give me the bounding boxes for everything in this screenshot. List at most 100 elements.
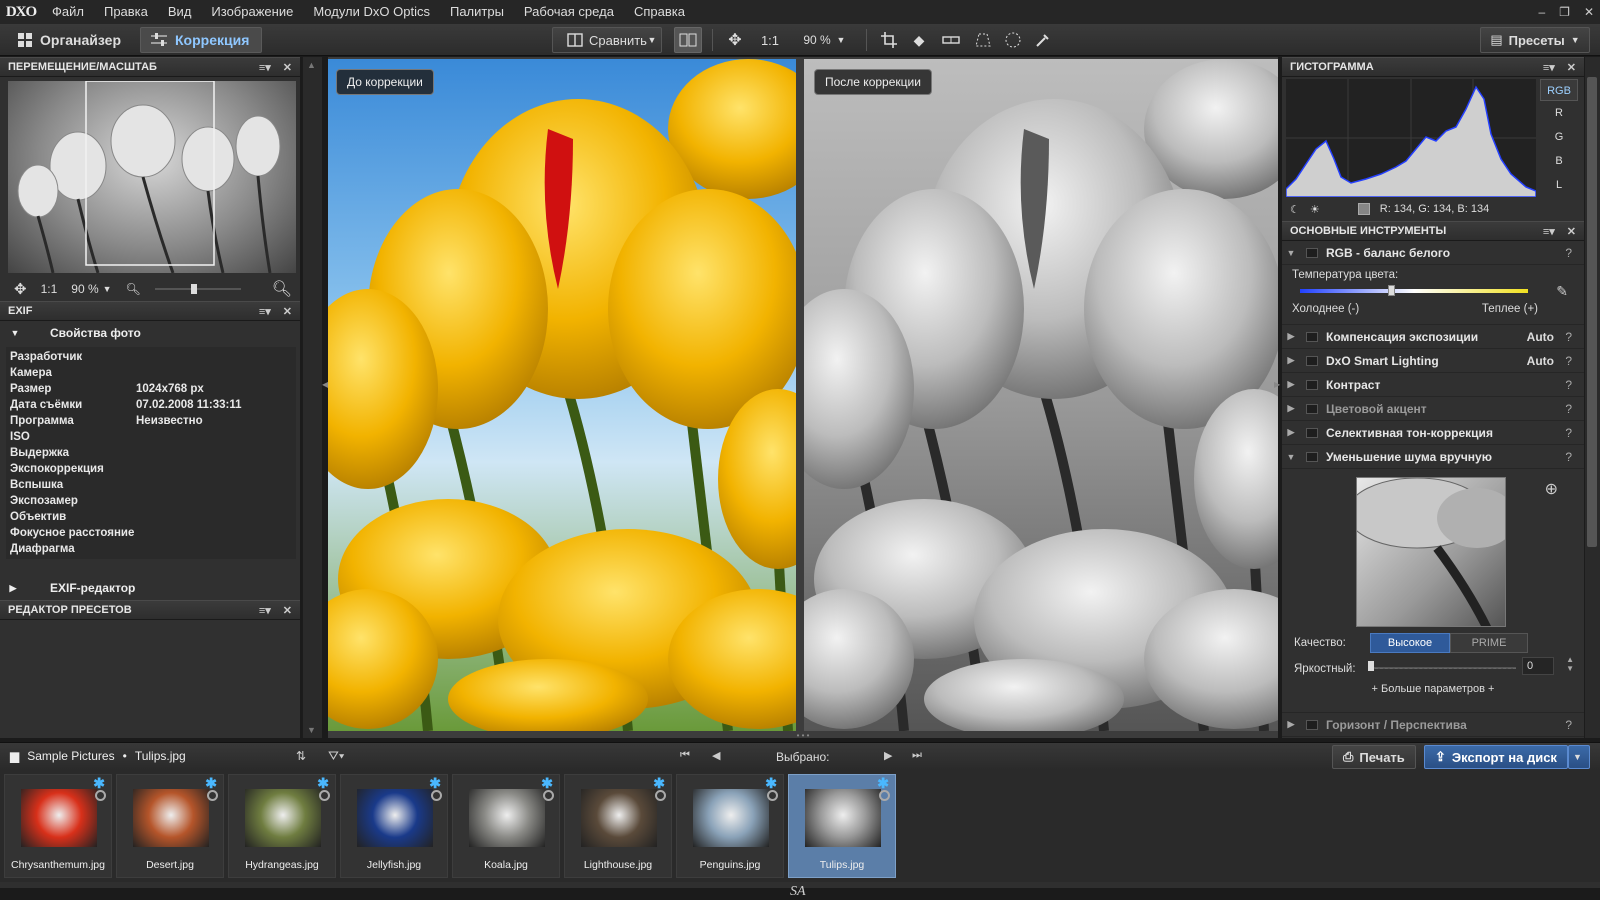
channel-rgb[interactable]: RGB bbox=[1540, 79, 1578, 101]
collapse-right-icon[interactable]: ▶ bbox=[1274, 380, 1280, 400]
nav-zoom-slider[interactable] bbox=[154, 284, 241, 294]
channel-r[interactable]: R bbox=[1540, 101, 1578, 125]
tool-exposure[interactable]: ▶ Компенсация экспозиции Auto? bbox=[1282, 325, 1584, 349]
horizon-tool-button[interactable] bbox=[938, 27, 964, 53]
close-icon[interactable]: ✕ bbox=[283, 604, 292, 617]
compare-dropdown[interactable]: ▼ bbox=[642, 27, 662, 53]
slider-knob[interactable] bbox=[1388, 285, 1396, 296]
tool-checkbox[interactable] bbox=[1306, 355, 1318, 366]
noise-preview[interactable] bbox=[1356, 477, 1506, 627]
close-window-button[interactable]: ✕ bbox=[1584, 5, 1594, 19]
tool-horizon[interactable]: ▶ Горизонт / Перспектива? bbox=[1282, 713, 1584, 737]
split-view-button[interactable] bbox=[674, 27, 702, 53]
navigator-thumbnail[interactable] bbox=[8, 81, 296, 273]
sun-icon[interactable]: ☀ bbox=[1310, 203, 1320, 216]
breadcrumb-folder[interactable]: Sample Pictures bbox=[27, 749, 114, 763]
scroll-up-icon[interactable]: ▲ bbox=[307, 60, 316, 70]
help-icon[interactable]: ? bbox=[1565, 718, 1572, 732]
quality-high-button[interactable]: Высокое bbox=[1370, 633, 1450, 653]
menu-image[interactable]: Изображение bbox=[201, 0, 303, 24]
move-tool-button[interactable]: ✥ bbox=[722, 27, 748, 53]
tool-checkbox[interactable] bbox=[1306, 247, 1318, 258]
next-image-icon[interactable]: ▶ bbox=[884, 749, 892, 762]
chevron-down-icon[interactable]: ▼ bbox=[103, 284, 112, 294]
help-icon[interactable]: ? bbox=[1565, 354, 1572, 368]
slider-knob[interactable] bbox=[1368, 661, 1374, 671]
zoom-1to1-button[interactable]: 1:1 bbox=[756, 27, 784, 53]
export-button[interactable]: ⇪ Экспорт на диск bbox=[1424, 745, 1568, 769]
thumbnail[interactable]: ✱ Desert.jpg bbox=[116, 774, 224, 878]
tool-checkbox[interactable] bbox=[1306, 403, 1318, 414]
thumbnail[interactable]: ✱ Chrysanthemum.jpg bbox=[4, 774, 112, 878]
tool-checkbox[interactable] bbox=[1306, 379, 1318, 390]
help-icon[interactable]: ? bbox=[1565, 330, 1572, 344]
menu-view[interactable]: Вид bbox=[158, 0, 202, 24]
nav-zoom-1to1[interactable]: 1:1 bbox=[41, 282, 58, 296]
last-image-icon[interactable]: ⏭ bbox=[912, 749, 922, 762]
eraser-tool-button[interactable]: ◆ bbox=[906, 27, 932, 53]
panel-menu-icon[interactable]: ≡▾ bbox=[259, 61, 271, 74]
help-icon[interactable]: ? bbox=[1565, 426, 1572, 440]
thumbnail[interactable]: ✱ Koala.jpg bbox=[452, 774, 560, 878]
tool-smart-lighting[interactable]: ▶ DxO Smart Lighting Auto? bbox=[1282, 349, 1584, 373]
panel-menu-icon[interactable]: ≡▾ bbox=[259, 604, 271, 617]
prev-image-icon[interactable]: ◀ bbox=[712, 749, 720, 762]
luminance-input[interactable]: 0 bbox=[1522, 657, 1554, 675]
channel-g[interactable]: G bbox=[1540, 125, 1578, 149]
help-icon[interactable]: ? bbox=[1565, 378, 1572, 392]
thumbnail[interactable]: ✱ Penguins.jpg bbox=[676, 774, 784, 878]
thumbnail-selected[interactable]: ✱ Tulips.jpg bbox=[788, 774, 896, 878]
menu-palettes[interactable]: Палитры bbox=[440, 0, 514, 24]
thumbnail[interactable]: ✱ Jellyfish.jpg bbox=[340, 774, 448, 878]
menu-workspace[interactable]: Рабочая среда bbox=[514, 0, 624, 24]
tool-noise-reduction[interactable]: ▼ Уменьшение шума вручную? bbox=[1282, 445, 1584, 469]
tab-correction[interactable]: Коррекция bbox=[140, 27, 262, 53]
breadcrumb-file[interactable]: Tulips.jpg bbox=[135, 749, 186, 763]
minimize-button[interactable]: – bbox=[1538, 5, 1545, 19]
move-icon[interactable]: ✥ bbox=[8, 280, 27, 298]
selection-tool-button[interactable] bbox=[1000, 27, 1026, 53]
tool-selective-tone[interactable]: ▶ Селективная тон-коррекция? bbox=[1282, 421, 1584, 445]
tool-contrast[interactable]: ▶ Контраст? bbox=[1282, 373, 1584, 397]
channel-b[interactable]: B bbox=[1540, 149, 1578, 173]
panel-menu-icon[interactable]: ≡▾ bbox=[1543, 225, 1555, 238]
exif-editor-row[interactable]: ▶ EXIF-редактор bbox=[0, 577, 300, 599]
tool-checkbox[interactable] bbox=[1306, 719, 1318, 730]
zoom-out-icon[interactable]: 🔍︎ bbox=[126, 282, 141, 296]
stepper-icon[interactable]: ▲ ▼ bbox=[1566, 655, 1574, 673]
close-icon[interactable]: ✕ bbox=[1567, 61, 1576, 74]
left-panel-scrollbar[interactable]: ▲ ▼ bbox=[302, 57, 322, 738]
moon-icon[interactable]: ☾ bbox=[1290, 203, 1300, 216]
presets-button[interactable]: ▤ Пресеты ▼ bbox=[1480, 27, 1590, 53]
tool-checkbox[interactable] bbox=[1306, 427, 1318, 438]
before-image[interactable]: До коррекции bbox=[328, 59, 796, 731]
crop-tool-button[interactable] bbox=[876, 27, 902, 53]
tool-white-balance[interactable]: ▼ RGB - баланс белого? bbox=[1282, 241, 1584, 265]
export-dropdown[interactable]: ▼ bbox=[1568, 745, 1590, 769]
menu-edit[interactable]: Правка bbox=[94, 0, 158, 24]
close-icon[interactable]: ✕ bbox=[283, 305, 292, 318]
menu-file[interactable]: Файл bbox=[42, 0, 94, 24]
menu-help[interactable]: Справка bbox=[624, 0, 695, 24]
exif-section-header[interactable]: ▼ Свойства фото bbox=[0, 321, 300, 345]
panel-menu-icon[interactable]: ≡▾ bbox=[259, 305, 271, 318]
more-params-link[interactable]: + Больше параметров + bbox=[1282, 683, 1584, 695]
eyedropper-tool-button[interactable] bbox=[1030, 27, 1056, 53]
print-button[interactable]: ⎙ Печать bbox=[1332, 745, 1416, 769]
scroll-down-icon[interactable]: ▼ bbox=[307, 725, 316, 735]
close-icon[interactable]: ✕ bbox=[1567, 225, 1576, 238]
sort-button[interactable]: ⇅ bbox=[296, 749, 306, 763]
perspective-tool-button[interactable] bbox=[970, 27, 996, 53]
tool-checkbox[interactable] bbox=[1306, 451, 1318, 462]
tab-organizer[interactable]: Органайзер bbox=[8, 27, 131, 53]
slider-knob[interactable] bbox=[190, 284, 197, 294]
thumbnail[interactable]: ✱ Hydrangeas.jpg bbox=[228, 774, 336, 878]
help-icon[interactable]: ? bbox=[1565, 450, 1572, 464]
scrollbar-thumb[interactable] bbox=[1587, 77, 1597, 547]
restore-button[interactable]: ❐ bbox=[1559, 5, 1570, 19]
resize-handle[interactable]: • • • bbox=[788, 732, 818, 740]
crosshair-icon[interactable]: ⊕ bbox=[1545, 479, 1558, 499]
menu-modules[interactable]: Модули DxO Optics bbox=[303, 0, 440, 24]
first-image-icon[interactable]: ⏮ bbox=[680, 749, 690, 762]
after-image[interactable]: После коррекции bbox=[804, 59, 1278, 731]
